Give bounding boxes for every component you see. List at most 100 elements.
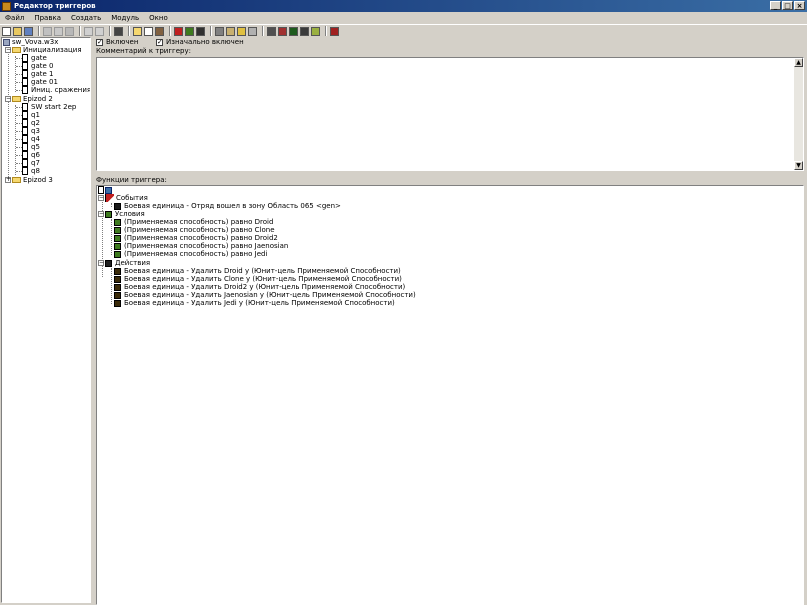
tree-trigger[interactable]: SW start 2ep bbox=[22, 103, 76, 111]
save-icon[interactable] bbox=[24, 26, 33, 36]
comment-scrollbar[interactable]: ▲ ▼ bbox=[794, 58, 803, 170]
actions-node[interactable]: − Действия bbox=[98, 259, 150, 267]
checkbox-box[interactable]: ✓ bbox=[96, 38, 103, 46]
new-trigger-icon[interactable] bbox=[144, 26, 153, 36]
action-text: Боевая единица - Удалить Jaenosian у (Юн… bbox=[124, 291, 416, 299]
collapse-icon[interactable]: − bbox=[98, 260, 104, 266]
functions-root[interactable] bbox=[98, 186, 115, 194]
menu-window[interactable]: Окно bbox=[144, 12, 173, 24]
import-icon[interactable] bbox=[300, 26, 309, 36]
copy-icon[interactable] bbox=[54, 26, 63, 36]
redo-icon[interactable] bbox=[95, 26, 104, 36]
open-icon[interactable] bbox=[13, 26, 22, 36]
tree-trigger[interactable]: q1 bbox=[22, 111, 40, 119]
region-icon[interactable] bbox=[278, 26, 287, 36]
tree-trigger[interactable]: q8 bbox=[22, 167, 40, 175]
trigger-label: Иниц. сражения bbox=[31, 86, 91, 94]
action-text: Боевая единица - Удалить Droid у (Юнит-ц… bbox=[124, 267, 401, 275]
scroll-down-icon[interactable]: ▼ bbox=[794, 161, 803, 170]
comment-label: Комментарий к триггеру: bbox=[96, 47, 191, 55]
panel-splitter[interactable] bbox=[94, 173, 807, 175]
new-category-icon[interactable] bbox=[133, 26, 142, 36]
trigger-editor-panel: ✓ Включен ✓ Изначально включен Комментар… bbox=[94, 37, 807, 605]
action-text: Боевая единица - Удалить Droid2 у (Юнит-… bbox=[124, 283, 406, 291]
undo-icon[interactable] bbox=[84, 26, 93, 36]
delete-icon[interactable] bbox=[114, 26, 123, 36]
trigger-tree[interactable]: sw_Vova.w3x − Инициализация gate gate 0 … bbox=[1, 37, 91, 603]
tree-trigger[interactable]: gate 1 bbox=[22, 70, 53, 78]
action-item[interactable]: Боевая единица - Удалить Clone у (Юнит-ц… bbox=[114, 275, 402, 283]
tree-category-init[interactable]: − Инициализация bbox=[5, 46, 82, 54]
condition-icon[interactable] bbox=[185, 26, 194, 36]
action-icon bbox=[114, 283, 121, 291]
comment-textarea[interactable]: ▲ ▼ bbox=[96, 57, 804, 171]
minimize-button[interactable]: _ bbox=[770, 1, 781, 10]
menu-module[interactable]: Модуль bbox=[106, 12, 144, 24]
tree-trigger[interactable]: Иниц. сражения bbox=[22, 86, 91, 94]
trigger-label: gate 01 bbox=[31, 78, 58, 86]
collapse-icon[interactable]: − bbox=[5, 96, 11, 102]
test-map-icon[interactable] bbox=[330, 26, 339, 36]
cut-icon[interactable] bbox=[43, 26, 52, 36]
app-icon bbox=[2, 1, 11, 11]
collapse-icon[interactable]: − bbox=[98, 211, 104, 217]
enabled-checkbox[interactable]: ✓ Включен bbox=[96, 38, 138, 46]
condition-text: (Применяемая способность) равно Droid bbox=[124, 218, 274, 226]
doodad-icon[interactable] bbox=[226, 26, 235, 36]
action-item[interactable]: Боевая единица - Удалить Jedi у (Юнит-це… bbox=[114, 299, 395, 307]
collapse-icon[interactable]: − bbox=[5, 47, 11, 53]
tree-trigger[interactable]: q7 bbox=[22, 159, 40, 167]
condition-item[interactable]: (Применяемая способность) равно Droid bbox=[114, 218, 273, 226]
action-icon[interactable] bbox=[196, 26, 205, 36]
action-item[interactable]: Боевая единица - Удалить Jaenosian у (Юн… bbox=[114, 291, 416, 299]
checkbox-box[interactable]: ✓ bbox=[156, 38, 163, 46]
tree-trigger[interactable]: q2 bbox=[22, 119, 40, 127]
paste-icon[interactable] bbox=[65, 26, 74, 36]
events-node[interactable]: − События bbox=[98, 194, 148, 202]
tree-trigger[interactable]: q6 bbox=[22, 151, 40, 159]
close-button[interactable]: × bbox=[794, 1, 805, 10]
tree-root[interactable]: sw_Vova.w3x bbox=[3, 38, 58, 46]
tree-trigger[interactable]: gate 0 bbox=[22, 62, 53, 70]
tree-category-epizod2[interactable]: − Epizod 2 bbox=[5, 95, 53, 103]
tree-trigger[interactable]: q3 bbox=[22, 127, 40, 135]
trigger-icon bbox=[98, 186, 104, 194]
new-comment-icon[interactable] bbox=[155, 26, 164, 36]
initially-on-checkbox[interactable]: ✓ Изначально включен bbox=[156, 38, 244, 46]
tree-trigger[interactable]: gate 01 bbox=[22, 78, 58, 86]
event-item[interactable]: Боевая единица - Отряд вошел в зону Обла… bbox=[114, 202, 341, 210]
object-icon[interactable] bbox=[289, 26, 298, 36]
camera-icon[interactable] bbox=[267, 26, 276, 36]
conditions-node[interactable]: − Условия bbox=[98, 210, 145, 218]
terrain-icon[interactable] bbox=[215, 26, 224, 36]
flag-icon bbox=[105, 194, 114, 202]
tree-category-epizod3[interactable]: + Epizod 3 bbox=[5, 176, 53, 184]
maximize-button[interactable]: □ bbox=[782, 1, 793, 10]
action-icon bbox=[114, 267, 121, 275]
condition-item[interactable]: (Применяемая способность) равно Droid2 bbox=[114, 234, 278, 242]
ai-icon[interactable] bbox=[311, 26, 320, 36]
new-icon[interactable] bbox=[2, 26, 11, 36]
toolbar-separator bbox=[109, 26, 111, 36]
tree-trigger[interactable]: q5 bbox=[22, 143, 40, 151]
action-icon bbox=[114, 291, 121, 299]
condition-item[interactable]: (Применяемая способность) равно Jedi bbox=[114, 250, 267, 258]
sound-icon[interactable] bbox=[248, 26, 257, 36]
action-item[interactable]: Боевая единица - Удалить Droid у (Юнит-ц… bbox=[114, 267, 401, 275]
event-icon[interactable] bbox=[174, 26, 183, 36]
menu-file[interactable]: Файл bbox=[0, 12, 29, 24]
menu-create[interactable]: Создать bbox=[66, 12, 106, 24]
unit-icon[interactable] bbox=[237, 26, 246, 36]
action-item[interactable]: Боевая единица - Удалить Droid2 у (Юнит-… bbox=[114, 283, 405, 291]
tree-trigger[interactable]: gate bbox=[22, 54, 47, 62]
expand-icon[interactable]: + bbox=[5, 177, 11, 183]
tree-trigger[interactable]: q4 bbox=[22, 135, 40, 143]
collapse-icon[interactable]: − bbox=[98, 195, 104, 201]
menu-edit[interactable]: Правка bbox=[29, 12, 66, 24]
title-bar[interactable]: Редактор триггеров _ □ × bbox=[0, 0, 807, 12]
condition-text: (Применяемая способность) равно Jaenosia… bbox=[124, 242, 289, 250]
condition-item[interactable]: (Применяемая способность) равно Clone bbox=[114, 226, 275, 234]
functions-tree[interactable]: − События Боевая единица - Отряд вошел в… bbox=[96, 185, 804, 605]
condition-item[interactable]: (Применяемая способность) равно Jaenosia… bbox=[114, 242, 288, 250]
scroll-up-icon[interactable]: ▲ bbox=[794, 58, 803, 67]
